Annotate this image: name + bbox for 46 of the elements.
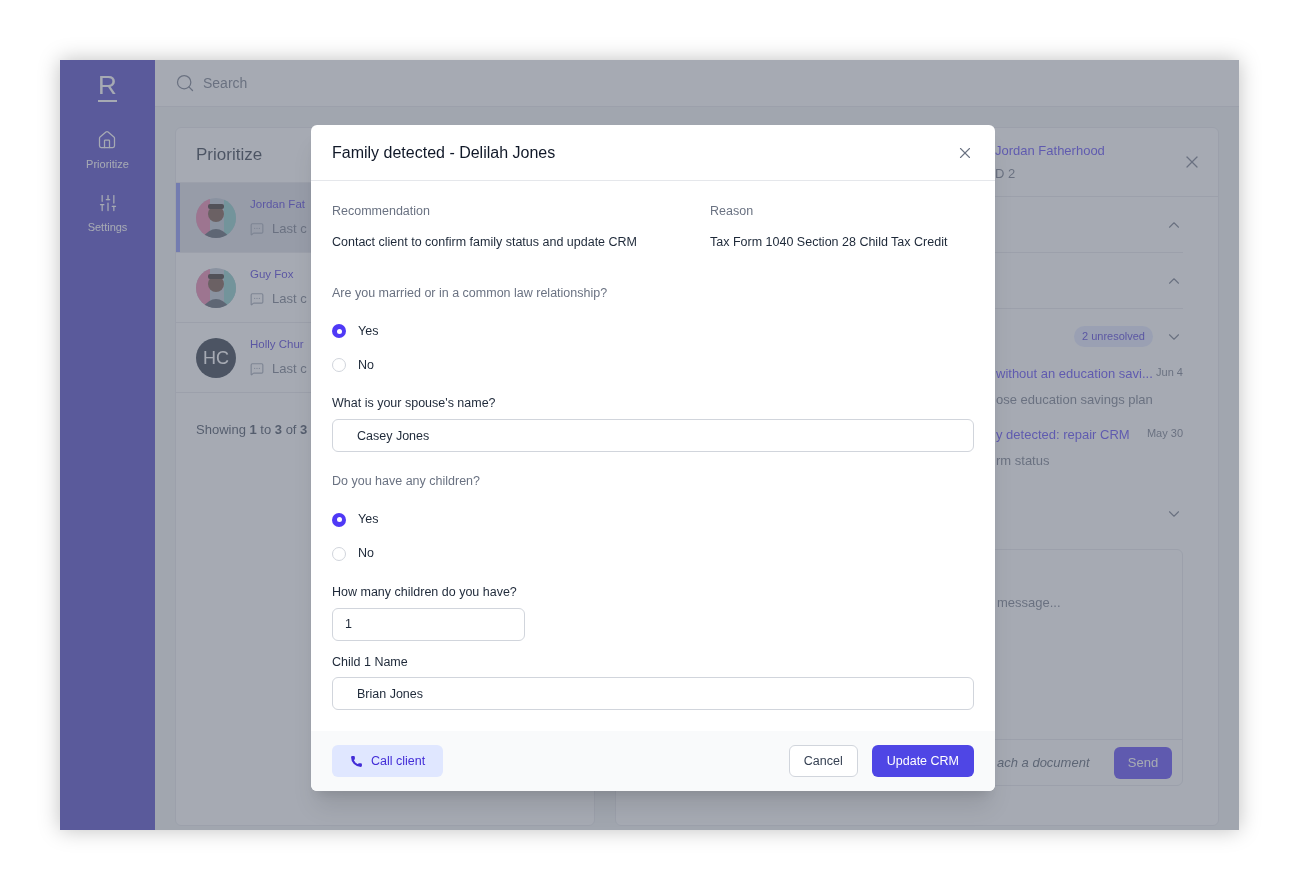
field-value: Tax Form 1040 Section 28 Child Tax Credit	[710, 233, 949, 251]
search-field[interactable]: Search	[203, 72, 459, 94]
issue-subtitle: rm status	[996, 451, 1051, 470]
client-name: Holly Chur	[250, 337, 305, 353]
pagination-info: Showing 1 to 3 of 3	[196, 422, 308, 437]
detail-title: Jordan Fatherhood	[995, 141, 1106, 160]
radio-option[interactable]: No	[332, 536, 974, 571]
question-label: How many children do you have?	[332, 583, 518, 601]
radio-button[interactable]	[332, 512, 346, 527]
chat-icon	[250, 292, 264, 307]
logo: R	[98, 72, 117, 102]
avatar: HC	[196, 337, 236, 378]
input-field[interactable]: 1	[332, 607, 525, 641]
cancel-button[interactable]: Cancel	[788, 745, 858, 778]
client-name: Guy Fox	[250, 267, 295, 283]
update-crm-button[interactable]: Update CRM	[871, 745, 974, 778]
modal-title: Family detected - Delilah Jones	[332, 142, 556, 163]
question-label: Are you married or in a common law relationship?	[332, 284, 609, 302]
input-field[interactable]: Casey Jones	[332, 419, 974, 452]
detail-subtitle: D 2	[995, 165, 1017, 183]
last-contact: Last c	[272, 360, 307, 379]
question-label: Child 1 Name	[332, 653, 409, 671]
chat-icon	[250, 222, 264, 237]
issue-subtitle: ose education savings plan	[996, 390, 1154, 409]
radio-button[interactable]	[332, 358, 346, 373]
radio-button[interactable]	[332, 324, 346, 339]
sliders-icon	[97, 192, 118, 213]
search-icon	[175, 73, 195, 93]
status-badge: 2 unresolved	[1074, 326, 1153, 347]
call-client-button[interactable]: Call client	[332, 745, 444, 778]
phone-icon	[350, 754, 363, 768]
question-label: What is your spouse's name?	[332, 395, 497, 413]
radio-button[interactable]	[332, 546, 346, 561]
issue-date: May 30	[1146, 426, 1183, 441]
question-label: Do you have any children?	[332, 473, 481, 490]
radio-option[interactable]: Yes	[332, 502, 974, 537]
radio-option[interactable]: No	[332, 348, 974, 383]
radio-option[interactable]: Yes	[332, 314, 974, 349]
field-label: Reason	[710, 203, 755, 220]
field-label: Recommendation	[332, 203, 431, 220]
input-field[interactable]: Brian Jones	[332, 677, 974, 711]
last-contact: Last c	[272, 290, 307, 309]
chat-icon	[250, 362, 264, 377]
client-name: Jordan Fat	[250, 197, 306, 213]
home-icon	[97, 130, 118, 150]
field-value: Contact client to confirm family status and update CRM	[332, 233, 638, 251]
